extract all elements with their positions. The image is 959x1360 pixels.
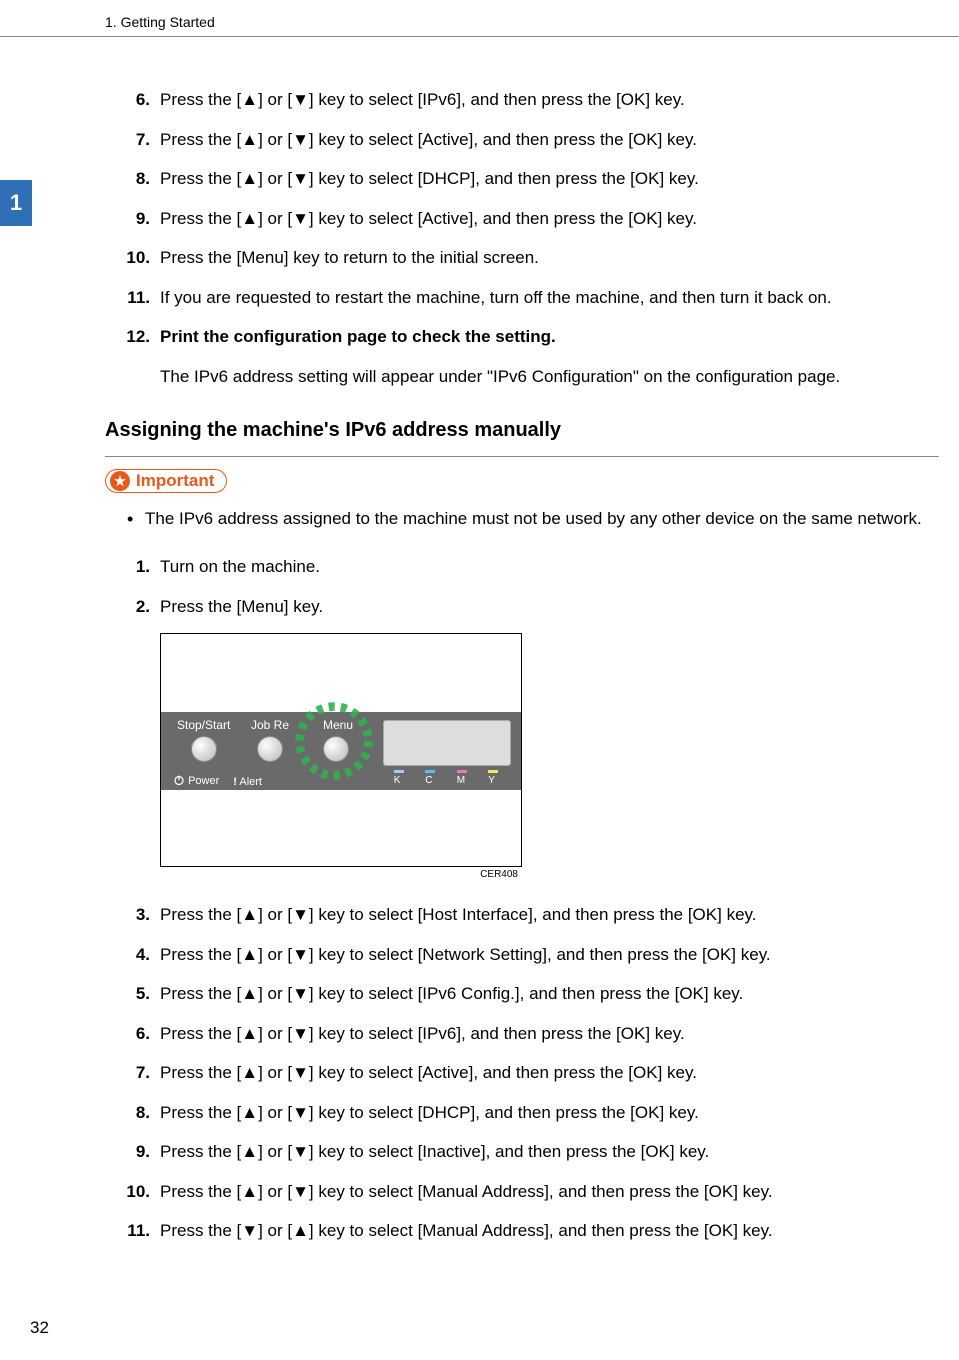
job-reset-label: Job Re — [251, 718, 289, 732]
step-body: Print the configuration page to check th… — [160, 324, 939, 389]
step-number: 3. — [105, 902, 160, 928]
step-number: 1. — [105, 554, 160, 580]
step-number: 8. — [105, 166, 160, 192]
step-text: Turn on the machine. — [160, 554, 939, 580]
step-text: Press the [▲] or [▼] key to select [DHCP… — [160, 166, 939, 192]
step-item: 8. Press the [▲] or [▼] key to select [D… — [105, 166, 939, 192]
stop-start-button-icon — [191, 736, 217, 762]
step-number: 7. — [105, 1060, 160, 1086]
step-number: 6. — [105, 87, 160, 113]
step-text: Press the [▲] or [▼] key to select [Manu… — [160, 1179, 939, 1205]
toner-m-label: M — [457, 770, 467, 786]
highlight-ring-icon — [291, 698, 377, 784]
power-text: Power — [188, 775, 219, 787]
step-number: 2. — [105, 594, 160, 620]
important-badge: Important — [105, 469, 227, 493]
step-number: 11. — [105, 285, 160, 311]
step-text: Press the [▲] or [▼] key to select [Acti… — [160, 206, 939, 232]
running-header: 1. Getting Started — [0, 0, 959, 37]
step-text: Press the [▲] or [▼] key to select [IPv6… — [160, 87, 939, 113]
step-item: 1. Turn on the machine. — [105, 554, 939, 580]
step-number: 4. — [105, 942, 160, 968]
power-icon — [173, 774, 185, 789]
step-number: 12. — [105, 324, 160, 350]
step-number: 10. — [105, 1179, 160, 1205]
step-number: 10. — [105, 245, 160, 271]
step-number: 7. — [105, 127, 160, 153]
step-item: 12. Print the configuration page to chec… — [105, 324, 939, 389]
step-item: 11. If you are requested to restart the … — [105, 285, 939, 311]
power-label: Power — [173, 774, 219, 789]
step-number: 6. — [105, 1021, 160, 1047]
step-text: Press the [▲] or [▼] key to select [IPv6… — [160, 1021, 939, 1047]
alert-text: Alert — [239, 776, 262, 788]
step-item: 10. Press the [Menu] key to return to th… — [105, 245, 939, 271]
step-text: Print the configuration page to check th… — [160, 327, 556, 346]
step-text: If you are requested to restart the mach… — [160, 285, 939, 311]
step-number: 9. — [105, 206, 160, 232]
step-item: 2. Press the [Menu] key. — [105, 594, 939, 620]
toner-k-label: K — [394, 770, 404, 786]
toner-indicators: K C M Y — [383, 770, 509, 786]
step-item: 9. Press the [▲] or [▼] key to select [A… — [105, 206, 939, 232]
important-bullet: The IPv6 address assigned to the machine… — [145, 505, 939, 532]
steps-list-a: 6. Press the [▲] or [▼] key to select [I… — [105, 87, 939, 389]
job-reset-button-icon — [257, 736, 283, 762]
step-text: Press the [Menu] key. — [160, 594, 939, 620]
step-number: 9. — [105, 1139, 160, 1165]
figure-caption: CER408 — [160, 867, 520, 880]
step-item: 6. Press the [▲] or [▼] key to select [I… — [105, 1021, 939, 1047]
control-panel-figure: Stop/Start Job Re Menu K C M Y — [160, 633, 522, 867]
alert-label: ! Alert — [233, 776, 262, 788]
content: 6. Press the [▲] or [▼] key to select [I… — [0, 37, 959, 1244]
section-rule — [105, 456, 939, 457]
page: 1. Getting Started 1 6. Press the [▲] or… — [0, 0, 959, 1360]
step-text: Press the [▼] or [▲] key to select [Manu… — [160, 1218, 939, 1244]
important-bullet-list: The IPv6 address assigned to the machine… — [105, 505, 939, 532]
step-item: 3. Press the [▲] or [▼] key to select [H… — [105, 902, 939, 928]
alert-icon: ! — [233, 776, 237, 788]
step-text: Press the [▲] or [▼] key to select [Acti… — [160, 1060, 939, 1086]
star-icon — [110, 471, 130, 491]
step-item: 4. Press the [▲] or [▼] key to select [N… — [105, 942, 939, 968]
step-number: 8. — [105, 1100, 160, 1126]
lcd-screen — [383, 720, 511, 766]
toner-c-label: C — [425, 770, 435, 786]
step-item: 11. Press the [▼] or [▲] key to select [… — [105, 1218, 939, 1244]
bottom-labels: Power ! Alert — [173, 774, 262, 789]
step-note: The IPv6 address setting will appear und… — [160, 364, 939, 390]
chapter-tab: 1 — [0, 180, 32, 226]
step-item: 6. Press the [▲] or [▼] key to select [I… — [105, 87, 939, 113]
step-item: 10. Press the [▲] or [▼] key to select [… — [105, 1179, 939, 1205]
steps-list-b-pre: 1. Turn on the machine. 2. Press the [Me… — [105, 554, 939, 619]
steps-list-b-post: 3. Press the [▲] or [▼] key to select [H… — [105, 902, 939, 1244]
step-text: Press the [▲] or [▼] key to select [IPv6… — [160, 981, 939, 1007]
step-text: Press the [▲] or [▼] key to select [DHCP… — [160, 1100, 939, 1126]
step-item: 7. Press the [▲] or [▼] key to select [A… — [105, 1060, 939, 1086]
toner-y-label: Y — [488, 770, 498, 786]
step-text: Press the [▲] or [▼] key to select [Host… — [160, 902, 939, 928]
step-text: Press the [▲] or [▼] key to select [Acti… — [160, 127, 939, 153]
step-text: Press the [▲] or [▼] key to select [Inac… — [160, 1139, 939, 1165]
page-number: 32 — [30, 1318, 49, 1338]
important-label: Important — [136, 471, 214, 491]
section-title: Assigning the machine's IPv6 address man… — [105, 419, 939, 442]
figure-wrap: Stop/Start Job Re Menu K C M Y — [160, 633, 520, 880]
step-text: Press the [▲] or [▼] key to select [Netw… — [160, 942, 939, 968]
step-item: 8. Press the [▲] or [▼] key to select [D… — [105, 1100, 939, 1126]
step-number: 5. — [105, 981, 160, 1007]
stop-start-label: Stop/Start — [177, 718, 230, 732]
step-number: 11. — [105, 1218, 160, 1244]
step-text: Press the [Menu] key to return to the in… — [160, 245, 939, 271]
step-item: 5. Press the [▲] or [▼] key to select [I… — [105, 981, 939, 1007]
step-item: 7. Press the [▲] or [▼] key to select [A… — [105, 127, 939, 153]
step-item: 9. Press the [▲] or [▼] key to select [I… — [105, 1139, 939, 1165]
